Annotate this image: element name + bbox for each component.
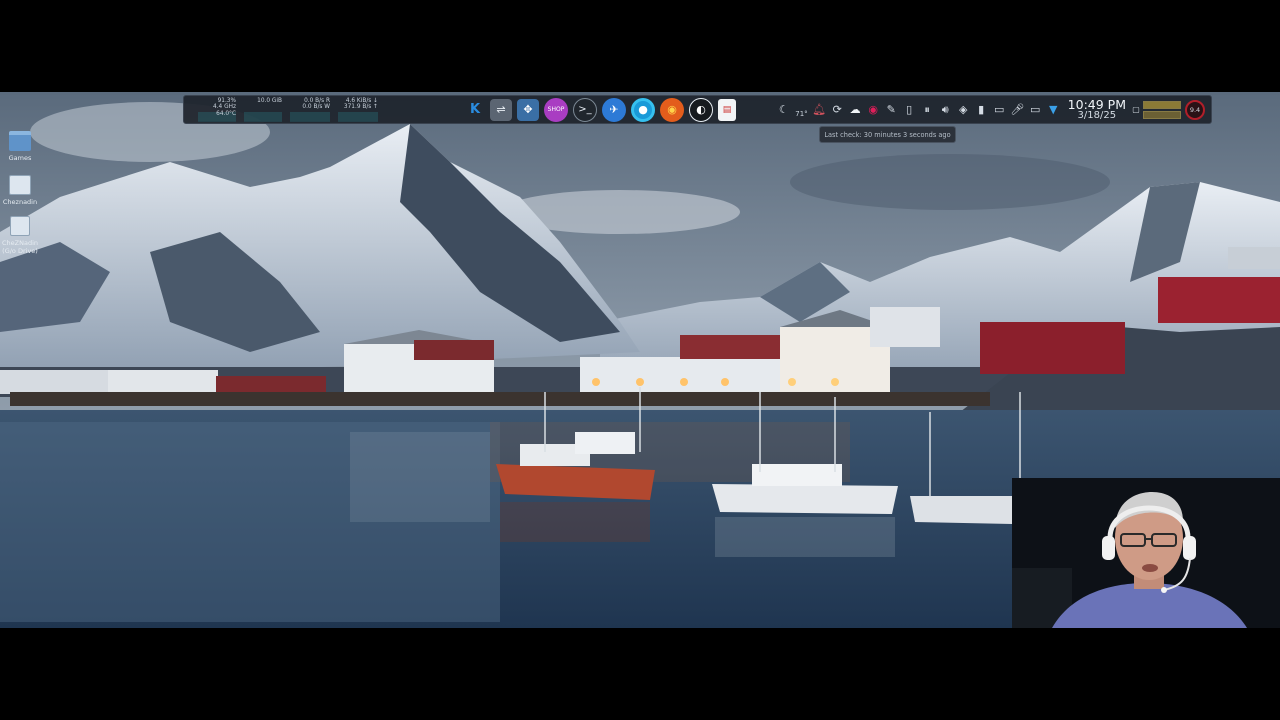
- terminal-icon[interactable]: >_: [573, 97, 597, 122]
- update-icon[interactable]: ⟳: [830, 102, 845, 118]
- show-desktop-icon[interactable]: ▢: [1132, 102, 1140, 118]
- disk-read: 0.0 B/s R: [304, 97, 330, 104]
- expand-tray-icon[interactable]: ▼: [1046, 102, 1061, 118]
- cpu-frequency: 4.4 GHz: [213, 104, 236, 111]
- weather-icon: ☾: [778, 102, 789, 116]
- cpu-monitor[interactable]: 91.3% 4.4 GHz 64.0°C: [198, 98, 236, 122]
- update-tooltip: Last check: 30 minutes 3 seconds ago: [819, 126, 956, 143]
- disk-monitor[interactable]: 0.0 B/s R 0.0 B/s W: [290, 98, 330, 122]
- desktop-icon-cheznadin-drive[interactable]: CheZNadin (G/o Drive): [0, 216, 40, 255]
- vpn-icon[interactable]: ◈: [956, 102, 971, 118]
- top-panel: 91.3% 4.4 GHz 64.0°C 10.0 GiB 0.0 B/s R …: [183, 95, 1212, 124]
- record-icon[interactable]: ◉: [866, 102, 881, 118]
- clipboard-icon[interactable]: ▯: [902, 102, 917, 118]
- cpu-load-badge[interactable]: 9.4: [1185, 99, 1205, 120]
- folder-icon: [9, 131, 31, 151]
- weather-temperature: 71°: [795, 109, 808, 118]
- window-move-icon[interactable]: ✥: [517, 98, 539, 121]
- disk-write: 0.0 B/s W: [302, 104, 330, 111]
- usb-icon[interactable]: ▮: [974, 102, 989, 118]
- chrome-icon[interactable]: ●: [631, 97, 655, 122]
- desktop-icon-cheznadin[interactable]: Cheznadin: [0, 175, 40, 206]
- pager-desktop-1[interactable]: [1143, 100, 1181, 109]
- weather-widget[interactable]: ☾ 71°: [776, 102, 808, 118]
- firefox-icon[interactable]: ◉: [660, 97, 684, 122]
- settings-sliders-icon[interactable]: ⇌: [490, 98, 512, 121]
- desktop-icon-label: CheZNadin (G/o Drive): [1, 239, 38, 255]
- webcam-person-image: [1012, 478, 1280, 628]
- digital-clock[interactable]: 10:49 PM 3/18/25: [1067, 96, 1126, 121]
- cpu-temperature: 64.0°C: [216, 110, 236, 117]
- system-monitor[interactable]: 91.3% 4.4 GHz 64.0°C 10.0 GiB 0.0 B/s R …: [184, 96, 386, 123]
- file-manager-icon: [9, 175, 31, 195]
- desktop-icon-label: Cheznadin: [2, 198, 38, 206]
- shop-icon[interactable]: SHOP: [544, 97, 568, 122]
- pause-icon[interactable]: ⏸: [920, 102, 935, 118]
- clock-date: 3/18/25: [1077, 109, 1117, 121]
- volume-icon[interactable]: 🔊︎: [938, 102, 953, 118]
- dolphin-files-icon[interactable]: ✈: [602, 97, 626, 122]
- document-viewer-icon[interactable]: ▤: [718, 98, 736, 121]
- display-icon[interactable]: ▭: [1028, 102, 1043, 118]
- drive-icon: [10, 216, 30, 236]
- bell-icon[interactable]: 🔔︎: [812, 102, 827, 118]
- memory-monitor[interactable]: 10.0 GiB: [244, 98, 282, 122]
- network-upload: 371.9 B/s ↑: [343, 104, 378, 111]
- memory-used: 10.0 GiB: [257, 97, 282, 104]
- obs-icon[interactable]: ◐: [689, 97, 713, 122]
- color-picker-icon[interactable]: ✎: [884, 102, 899, 118]
- desktop-icon-label: Games: [8, 154, 32, 162]
- microphone-icon[interactable]: 🎤︎: [1010, 102, 1025, 118]
- network-monitor[interactable]: 4.6 KiB/s ↓ 371.9 B/s ↑: [338, 98, 378, 122]
- phone-icon[interactable]: ▭: [992, 102, 1007, 118]
- system-tray: ☾ 71° 🔔︎ ⟳ ☁ ◉ ✎ ▯ ⏸ 🔊︎ ◈ ▮ ▭ 🎤︎ ▭ ▼ 10:…: [776, 96, 1211, 121]
- desktop-icon-games[interactable]: Games: [0, 131, 40, 162]
- webcam-overlay: [1012, 478, 1280, 628]
- kde-menu-icon[interactable]: K: [466, 101, 484, 119]
- pager-desktop-2[interactable]: [1143, 110, 1181, 119]
- clock-time: 10:49 PM: [1067, 96, 1126, 112]
- cpu-usage: 91.3%: [217, 97, 236, 104]
- virtual-desktop-pager[interactable]: [1143, 100, 1181, 120]
- cloud-icon[interactable]: ☁: [848, 102, 863, 118]
- launcher-bar: ⇌ ✥ SHOP >_ ✈ ● ◉ ◐ ▤: [490, 97, 741, 122]
